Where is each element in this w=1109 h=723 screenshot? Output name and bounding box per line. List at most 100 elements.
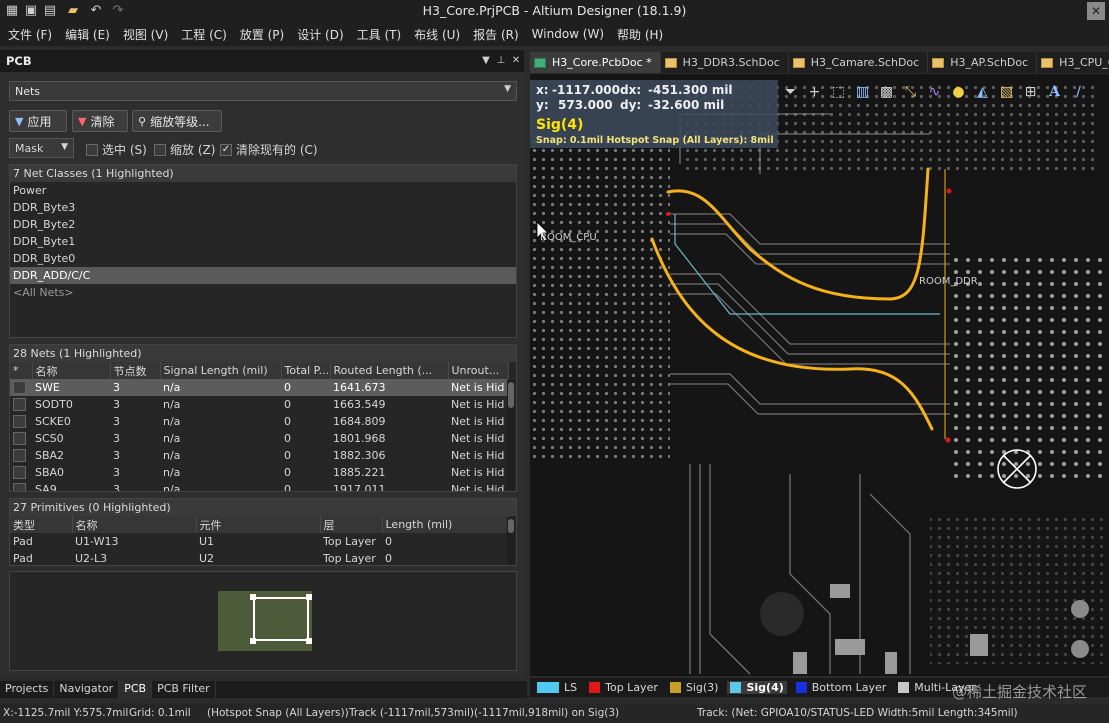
table-row[interactable]: SCS0 3 n/a 0 1801.968 Net is Hid [10, 430, 508, 447]
primitives-table: 27 Primitives (0 Highlighted) 类型 名称 元件 层… [9, 498, 517, 566]
clear-existing-checkbox[interactable]: ✓ 清除现有的 (C) [220, 141, 318, 158]
zoom-level-button[interactable]: ⚲ 缩放等级... [132, 110, 222, 132]
select-checkbox[interactable]: 选中 (S) [86, 141, 147, 158]
menu-place[interactable]: 放置 (P) [236, 26, 293, 43]
menu-view[interactable]: 视图 (V) [119, 26, 177, 43]
list-item[interactable]: DDR_Byte2 [10, 216, 516, 233]
color-swatch[interactable] [13, 415, 26, 429]
dimension-icon[interactable]: ⊞ [1020, 82, 1041, 103]
crosshair-icon[interactable]: + [804, 82, 825, 103]
list-item-selected[interactable]: DDR_ADD/C/C [10, 267, 516, 284]
text-icon[interactable]: A [1044, 82, 1065, 103]
nets-scrollbar[interactable] [507, 380, 515, 490]
component-icon[interactable]: ▩ [876, 82, 897, 103]
column-header[interactable]: 层 [320, 516, 383, 533]
column-header[interactable]: 名称 [72, 516, 197, 533]
table-row[interactable]: SBA2 3 n/a 0 1882.306 Net is Hid [10, 447, 508, 464]
color-swatch[interactable] [13, 483, 26, 491]
menu-route[interactable]: 布线 (U) [410, 26, 469, 43]
list-item[interactable]: DDR_Byte0 [10, 250, 516, 267]
filter-icon[interactable]: ⏷ [780, 82, 801, 103]
diff-pair-icon[interactable]: ∿ [924, 82, 945, 103]
tab-h3-cpu-01-schdoc[interactable]: H3_CPU_01.SchDoc [1037, 52, 1109, 73]
column-header[interactable]: 名称 [32, 362, 111, 379]
column-header[interactable]: Signal Length (mil) [160, 362, 282, 379]
pcb-canvas[interactable]: ROOM_CPU ROOM_DDR x: -1117.000 dx: -451.… [530, 74, 1109, 676]
table-row[interactable]: Pad U1-W13 U1 Top Layer 0 [10, 533, 508, 550]
tab-projects[interactable]: Projects [0, 681, 55, 698]
panel-mode-select[interactable]: Nets ▼ [9, 81, 517, 101]
chart-icon[interactable]: ▥ [852, 82, 873, 103]
apply-button[interactable]: ▼ 应用 [9, 110, 67, 132]
layer-ls[interactable]: LS [534, 681, 580, 694]
chevron-down-icon: ▼ [504, 84, 511, 94]
column-header[interactable]: Routed Length (... [330, 362, 449, 379]
table-row[interactable]: Pad U2-L3 U2 Top Layer 0 [10, 550, 508, 565]
close-icon[interactable]: ✕ [1087, 2, 1105, 20]
board-thumbnail[interactable] [218, 591, 312, 651]
hud-y: 573.000 [558, 98, 613, 112]
table-row[interactable]: SODT0 3 n/a 0 1663.549 Net is Hid [10, 396, 508, 413]
pcb-layout[interactable] [530, 74, 1109, 676]
color-swatch[interactable] [13, 466, 26, 480]
select-rect-icon[interactable]: ⬚ [828, 82, 849, 103]
status-net-info: Track: (Net: GPIOA10/STATUS-LED Width:5m… [697, 707, 1018, 719]
tab-navigator[interactable]: Navigator [54, 681, 120, 698]
tab-h3-ap-schdoc[interactable]: H3_AP.SchDoc [928, 52, 1038, 73]
list-item[interactable]: DDR_Byte1 [10, 233, 516, 250]
mask-select[interactable]: Mask ▼ [9, 138, 74, 158]
color-swatch[interactable] [13, 432, 26, 446]
pin-icon[interactable]: ⊥ [495, 54, 507, 68]
view-frame[interactable] [253, 597, 309, 641]
panel-menu-icon[interactable]: ▼ [480, 54, 492, 68]
status-snap: (Hotspot Snap (All Layers)) [207, 707, 349, 719]
menu-tools[interactable]: 工具 (T) [353, 26, 411, 43]
list-item[interactable]: DDR_Byte3 [10, 199, 516, 216]
route-icon[interactable]: ⤡ [900, 82, 921, 103]
tab-h3-camare-schdoc[interactable]: H3_Camare.SchDoc [789, 52, 929, 73]
pcb-panel: PCB ▼ ⊥ ✕ Nets ▼ ▼ 应用 ▼ 清除 ⚲ 缩放等级... Mas… [0, 50, 524, 678]
menu-project[interactable]: 工程 (C) [177, 26, 236, 43]
table-row[interactable]: SWE 3 n/a 0 1641.673 Net is Hid [10, 379, 508, 396]
column-header[interactable]: * [10, 362, 33, 379]
menu-edit[interactable]: 编辑 (E) [61, 26, 119, 43]
line-icon[interactable]: ∕ [1068, 82, 1089, 103]
list-item[interactable]: Power [10, 182, 516, 199]
polygon-icon[interactable]: ◭ [972, 82, 993, 103]
table-row[interactable]: SCKE0 3 n/a 0 1684.809 Net is Hid [10, 413, 508, 430]
menu-help[interactable]: 帮助 (H) [613, 26, 672, 43]
zoom-checkbox[interactable]: 缩放 (Z) [154, 141, 215, 158]
layer-top[interactable]: Top Layer [586, 681, 661, 694]
color-swatch[interactable] [13, 449, 26, 463]
board-preview[interactable] [9, 571, 517, 671]
table-row[interactable]: SBA0 3 n/a 0 1885.221 Net is Hid [10, 464, 508, 481]
layer-sig4[interactable]: Sig(4) [727, 681, 787, 694]
tab-h3-core-pcbdoc[interactable]: H3_Core.PcbDoc * [530, 52, 661, 73]
column-header[interactable]: Total P... [281, 362, 331, 379]
menu-design[interactable]: 设计 (D) [293, 26, 352, 43]
via-icon[interactable]: ● [948, 82, 969, 103]
room-ddr-label: ROOM_DDR [919, 276, 978, 287]
tab-h3-ddr3-schdoc[interactable]: H3_DDR3.SchDoc [661, 52, 789, 73]
column-header[interactable]: Length (mil) [382, 516, 509, 533]
primitives-scrollbar[interactable] [507, 517, 515, 565]
layer-sig3[interactable]: Sig(3) [667, 681, 722, 694]
chevron-down-icon: ▼ [61, 142, 68, 152]
color-swatch[interactable] [13, 381, 26, 395]
color-swatch[interactable] [13, 398, 26, 412]
keepout-icon[interactable]: ▧ [996, 82, 1017, 103]
menu-window[interactable]: Window (W) [528, 27, 613, 41]
table-row[interactable]: SA9 3 n/a 0 1917.011 Net is Hid [10, 481, 508, 491]
column-header[interactable]: 类型 [10, 516, 73, 533]
layer-bottom[interactable]: Bottom Layer [793, 681, 890, 694]
tab-pcb[interactable]: PCB [119, 681, 153, 698]
tab-pcb-filter[interactable]: PCB Filter [152, 681, 216, 698]
close-panel-icon[interactable]: ✕ [510, 54, 522, 68]
column-header[interactable]: 元件 [196, 516, 321, 533]
menu-reports[interactable]: 报告 (R) [469, 26, 528, 43]
column-header[interactable]: 节点数 [110, 362, 161, 379]
column-header[interactable]: Unrout... [448, 362, 509, 379]
list-item[interactable]: <All Nets> [10, 284, 516, 301]
clear-button[interactable]: ▼ 清除 [72, 110, 128, 132]
menu-file[interactable]: 文件 (F) [4, 26, 61, 43]
